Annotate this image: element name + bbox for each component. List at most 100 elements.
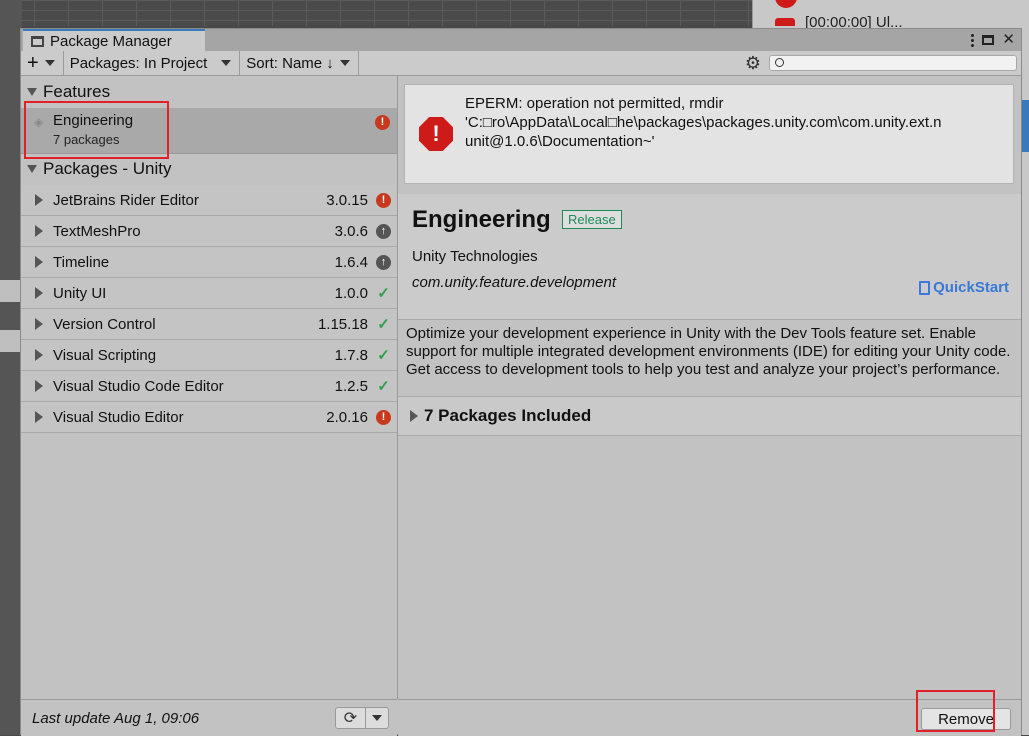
error-line: 'C:□ro\AppData\Local□he\packages\package… (465, 114, 942, 131)
close-icon[interactable]: ✕ (1002, 29, 1015, 51)
package-icon (31, 35, 44, 47)
packages-section-title: Packages - Unity (43, 159, 172, 178)
expanded-arrow-icon (27, 88, 37, 96)
console-selection (1021, 100, 1029, 152)
packages-included-label: 7 Packages Included (424, 406, 592, 425)
add-package-button[interactable]: + (21, 51, 64, 75)
expand-arrow-icon[interactable] (35, 349, 43, 361)
expand-arrow-icon[interactable] (35, 256, 43, 268)
feature-name: Engineering (53, 112, 134, 129)
packages-filter-dropdown[interactable]: Packages: In Project (64, 51, 241, 75)
package-name: Version Control (53, 315, 156, 333)
package-manager-window: Package Manager ✕ + Packages: In Project… (20, 28, 1022, 736)
package-version: 2.0.16 (326, 408, 368, 426)
search-field[interactable] (769, 55, 1017, 72)
expand-arrow-icon[interactable] (35, 380, 43, 392)
package-version: 1.6.4 (334, 253, 368, 271)
expand-arrow-icon[interactable] (35, 411, 43, 423)
package-row-jetbrains-rider-editor[interactable]: JetBrains Rider Editor 3.0.15 ! (21, 185, 397, 216)
chevron-down-icon (44, 60, 55, 66)
package-name: Visual Studio Editor (53, 408, 184, 426)
chevron-down-icon (221, 60, 232, 66)
quickstart-link[interactable]: QuickStart (919, 279, 1009, 296)
package-list-pane: Features ◈ Engineering 7 packages ! Pack… (21, 76, 398, 699)
error-status-icon: ! (376, 409, 391, 425)
window-controls: ✕ (971, 29, 1015, 51)
package-list: JetBrains Rider Editor 3.0.15 ! TextMesh… (21, 185, 397, 433)
package-version: 1.2.5 (334, 377, 368, 395)
error-status-icon: ! (376, 192, 391, 208)
package-row-visual-studio-editor[interactable]: Visual Studio Editor 2.0.16 ! (21, 402, 397, 433)
gear-icon[interactable]: ⚙ (745, 53, 761, 74)
background-row (0, 330, 22, 352)
error-message: EPERM: operation not permitted, rmdir 'C… (465, 94, 1000, 151)
package-details-header: Engineering Release Unity Technologies c… (398, 194, 1021, 320)
package-author: Unity Technologies (412, 248, 538, 265)
error-icon (775, 0, 797, 8)
packages-included-foldout[interactable]: 7 Packages Included (398, 396, 1021, 436)
package-name: Visual Studio Code Editor (53, 377, 224, 395)
package-version: 1.15.18 (317, 315, 368, 333)
feature-subtitle: 7 packages (53, 132, 120, 147)
package-title: Engineering (412, 206, 551, 233)
feature-item-engineering[interactable]: ◈ Engineering 7 packages ! (21, 108, 397, 154)
maximize-icon[interactable] (982, 35, 995, 45)
list-footer: Last update Aug 1, 09:06 ⟳ (21, 699, 397, 736)
title-bar: Package Manager ✕ (21, 29, 1021, 52)
update-available-icon: ↑ (376, 223, 391, 239)
package-name: Visual Scripting (53, 346, 157, 364)
last-update-text: Last update Aug 1, 09:06 (32, 709, 200, 727)
package-details-pane: ! EPERM: operation not permitted, rmdir … (398, 76, 1021, 699)
refresh-icon[interactable]: ⟳ (336, 708, 366, 728)
features-section-header[interactable]: Features (21, 80, 397, 104)
packages-filter-label: Packages: In Project (69, 54, 208, 72)
expanded-arrow-icon (27, 165, 37, 173)
expand-arrow-icon[interactable] (35, 318, 43, 330)
package-name: TextMeshPro (53, 222, 141, 240)
search-icon (775, 58, 784, 67)
package-id: com.unity.feature.development (412, 274, 617, 291)
expand-arrow-icon[interactable] (35, 287, 43, 299)
package-version: 1.0.0 (334, 284, 368, 302)
sort-dropdown[interactable]: Sort: Name ↓ (240, 51, 359, 75)
remove-button[interactable]: Remove (921, 708, 1011, 730)
feature-icon: ◈ (34, 115, 44, 129)
chevron-down-icon[interactable] (372, 715, 382, 721)
check-icon: ✓ (377, 378, 390, 395)
check-icon: ✓ (377, 347, 390, 364)
check-icon: ✓ (377, 285, 390, 302)
package-name: JetBrains Rider Editor (53, 191, 199, 209)
package-row-version-control[interactable]: Version Control 1.15.18 ✓ (21, 309, 397, 340)
expand-arrow-icon[interactable] (35, 225, 43, 237)
release-badge: Release (562, 210, 622, 229)
expand-arrow-icon[interactable] (35, 194, 43, 206)
expand-arrow-icon (410, 410, 418, 422)
packages-unity-section-header[interactable]: Packages - Unity (21, 157, 397, 181)
sort-label: Sort: Name ↓ (246, 54, 334, 72)
package-version: 3.0.15 (326, 191, 368, 209)
error-message-box: ! EPERM: operation not permitted, rmdir … (404, 84, 1014, 184)
tab-label: Package Manager (50, 32, 172, 50)
quickstart-label: QuickStart (933, 279, 1009, 296)
error-line: EPERM: operation not permitted, rmdir (465, 95, 724, 112)
chevron-down-icon (339, 60, 350, 66)
update-available-icon: ↑ (376, 254, 391, 270)
package-row-textmeshpro[interactable]: TextMeshPro 3.0.6 ↑ (21, 216, 397, 247)
scene-view-grid (0, 0, 760, 26)
package-name: Timeline (53, 253, 110, 271)
error-line: unit@1.0.6\Documentation~' (465, 133, 655, 150)
more-options-icon[interactable] (971, 33, 975, 47)
search-input[interactable] (788, 56, 1012, 72)
package-row-timeline[interactable]: Timeline 1.6.4 ↑ (21, 247, 397, 278)
package-row-unity-ui[interactable]: Unity UI 1.0.0 ✓ (21, 278, 397, 309)
error-icon (775, 18, 795, 26)
package-row-visual-studio-code-editor[interactable]: Visual Studio Code Editor 1.2.5 ✓ (21, 371, 397, 402)
tab-package-manager[interactable]: Package Manager (23, 29, 205, 51)
package-row-visual-scripting[interactable]: Visual Scripting 1.7.8 ✓ (21, 340, 397, 371)
check-icon: ✓ (377, 316, 390, 333)
error-status-icon: ! (375, 115, 390, 130)
features-section-title: Features (43, 82, 111, 101)
background-left-panel (0, 0, 22, 735)
package-version: 3.0.6 (334, 222, 368, 240)
error-stop-icon: ! (419, 117, 453, 151)
